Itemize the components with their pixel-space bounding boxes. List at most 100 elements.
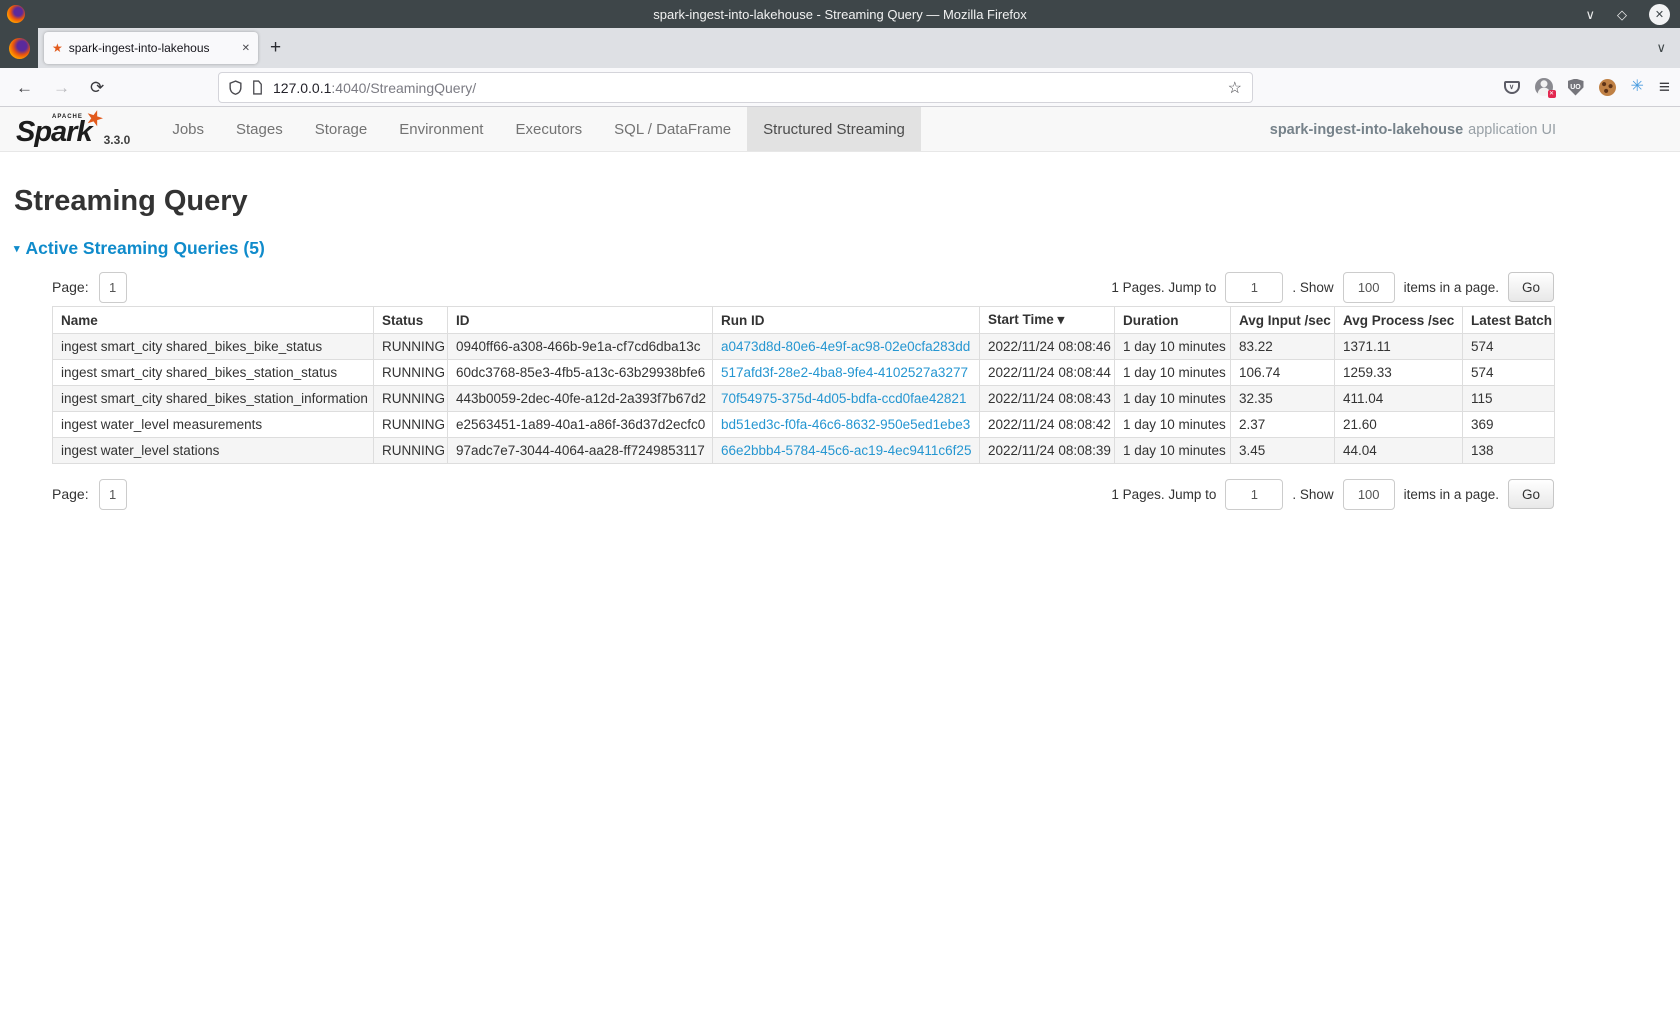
cell-avg-input: 106.74 <box>1231 360 1335 386</box>
toolbar-extensions: ∨ ✕ UO ✳ ≡ <box>1504 78 1671 97</box>
go-button[interactable]: Go <box>1508 479 1554 509</box>
cell-name: ingest water_level stations <box>53 438 374 464</box>
jump-to-input[interactable] <box>1225 272 1283 303</box>
cell-avg-process: 21.60 <box>1335 412 1463 438</box>
cell-avg-process: 1371.11 <box>1335 334 1463 360</box>
list-tabs-chevron-icon[interactable]: ∨ <box>1656 40 1666 56</box>
account-extension-button[interactable]: ✕ <box>1535 78 1553 96</box>
jump-to-input[interactable] <box>1225 479 1283 510</box>
cell-status: RUNNING <box>374 360 448 386</box>
cell-name: ingest smart_city shared_bikes_station_i… <box>53 386 374 412</box>
cell-avg-input: 32.35 <box>1231 386 1335 412</box>
maximize-button[interactable]: ◇ <box>1617 8 1627 21</box>
col-header-latest-batch[interactable]: Latest Batch <box>1463 307 1555 334</box>
items-label: items in a page. <box>1404 487 1499 502</box>
items-label: items in a page. <box>1404 280 1499 295</box>
cell-id: 0940ff66-a308-466b-9e1a-cf7cd6dba13c <box>448 334 713 360</box>
cookie-extension-icon[interactable] <box>1599 79 1616 96</box>
run-id-link[interactable]: 66e2bbb4-5784-45c6-ac19-4ec9411c6f25 <box>721 443 971 458</box>
run-id-link[interactable]: 70f54975-375d-4d05-bdfa-ccd0fae42821 <box>721 391 966 406</box>
page-number-input[interactable] <box>99 272 127 303</box>
extension-star-icon[interactable]: ✳ <box>1631 79 1644 95</box>
cell-run-id: bd51ed3c-f0fa-46c6-8632-950e5ed1ebe3 <box>713 412 980 438</box>
cell-id: 97adc7e7-3044-4064-aa28-ff7249853117 <box>448 438 713 464</box>
col-header-id[interactable]: ID <box>448 307 713 334</box>
nav-buttons: ← → ⟳ <box>16 79 104 96</box>
bookmark-star-button[interactable]: ☆ <box>1228 78 1242 98</box>
cell-id: 60dc3768-85e3-4fb5-a13c-63b29938bfe6 <box>448 360 713 386</box>
nav-tab-environment[interactable]: Environment <box>383 107 499 151</box>
run-id-link[interactable]: a0473d8d-80e6-4e9f-ac98-02e0cfa283dd <box>721 339 970 354</box>
spark-version: 3.3.0 <box>104 133 131 147</box>
page-title: Streaming Query <box>14 185 1680 218</box>
pocket-button[interactable]: ∨ <box>1504 81 1520 94</box>
error-badge-icon: ✕ <box>1548 90 1556 98</box>
run-id-link[interactable]: 517afd3f-28e2-4ba8-9fe4-4102527a3277 <box>721 365 968 380</box>
back-button[interactable]: ← <box>16 79 33 96</box>
show-count-input[interactable] <box>1343 479 1395 510</box>
show-count-input[interactable] <box>1343 272 1395 303</box>
pagination-bottom: Page: 1 Pages. Jump to . Show items in a… <box>52 477 1554 511</box>
spark-logo[interactable]: APACHE Spark ★ 3.3.0 <box>16 107 130 147</box>
tab-close-icon[interactable]: ✕ <box>242 43 250 54</box>
cell-start-time: 2022/11/24 08:08:44 <box>980 360 1115 386</box>
url-bar[interactable]: 127.0.0.1:4040/StreamingQuery/ ☆ <box>218 72 1253 103</box>
cell-run-id: a0473d8d-80e6-4e9f-ac98-02e0cfa283dd <box>713 334 980 360</box>
cell-run-id: 70f54975-375d-4d05-bdfa-ccd0fae42821 <box>713 386 980 412</box>
cell-duration: 1 day 10 minutes <box>1115 334 1231 360</box>
col-header-name[interactable]: Name <box>53 307 374 334</box>
ublock-origin-icon[interactable]: UO <box>1568 79 1584 96</box>
nav-tab-structured-streaming[interactable]: Structured Streaming <box>747 107 921 151</box>
pages-summary: 1 Pages. Jump to <box>1111 487 1216 502</box>
cell-status: RUNNING <box>374 412 448 438</box>
col-header-start-time[interactable]: Start Time ▾ <box>980 307 1115 334</box>
cell-avg-input: 3.45 <box>1231 438 1335 464</box>
cell-latest-batch: 574 <box>1463 360 1555 386</box>
table-header-row: Name Status ID Run ID Start Time ▾ Durat… <box>53 307 1555 334</box>
browser-tab[interactable]: ★ spark-ingest-into-lakehous ✕ <box>44 32 258 64</box>
menu-button[interactable]: ≡ <box>1659 78 1670 97</box>
cell-avg-input: 2.37 <box>1231 412 1335 438</box>
cell-status: RUNNING <box>374 386 448 412</box>
firefox-view-button[interactable] <box>0 28 38 68</box>
pagination-top: Page: 1 Pages. Jump to . Show items in a… <box>52 270 1554 304</box>
page-info-icon[interactable] <box>251 80 264 95</box>
go-button[interactable]: Go <box>1508 272 1554 302</box>
new-tab-button[interactable]: + <box>270 37 281 59</box>
run-id-link[interactable]: bd51ed3c-f0fa-46c6-8632-950e5ed1ebe3 <box>721 417 970 432</box>
forward-button: → <box>53 79 70 96</box>
tracking-shield-icon[interactable] <box>229 80 242 95</box>
nav-tab-stages[interactable]: Stages <box>220 107 299 151</box>
close-button[interactable]: ✕ <box>1649 4 1670 25</box>
nav-tab-sql-dataframe[interactable]: SQL / DataFrame <box>598 107 747 151</box>
col-header-avg-input[interactable]: Avg Input /sec <box>1231 307 1335 334</box>
cell-name: ingest smart_city shared_bikes_bike_stat… <box>53 334 374 360</box>
minimize-button[interactable]: ∨ <box>1585 8 1595 21</box>
spark-nav-tabs: Jobs Stages Storage Environment Executor… <box>156 107 921 151</box>
cell-avg-input: 83.22 <box>1231 334 1335 360</box>
nav-tab-jobs[interactable]: Jobs <box>156 107 220 151</box>
application-name-bold: spark-ingest-into-lakehouse <box>1270 122 1463 138</box>
cell-duration: 1 day 10 minutes <box>1115 360 1231 386</box>
cell-duration: 1 day 10 minutes <box>1115 386 1231 412</box>
reload-button[interactable]: ⟳ <box>90 79 104 96</box>
col-header-run-id[interactable]: Run ID <box>713 307 980 334</box>
streaming-queries-table: Name Status ID Run ID Start Time ▾ Durat… <box>52 306 1555 464</box>
nav-tab-executors[interactable]: Executors <box>499 107 598 151</box>
page-label: Page: <box>52 279 89 295</box>
streaming-table-body: ingest smart_city shared_bikes_bike_stat… <box>53 334 1555 464</box>
url-text[interactable]: 127.0.0.1:4040/StreamingQuery/ <box>273 80 1228 96</box>
page-number-input[interactable] <box>99 479 127 510</box>
active-queries-label: Active Streaming Queries (5) <box>26 238 265 259</box>
col-header-duration[interactable]: Duration <box>1115 307 1231 334</box>
col-header-status[interactable]: Status <box>374 307 448 334</box>
spark-favicon-icon: ★ <box>52 42 63 54</box>
firefox-logo-icon <box>7 5 25 23</box>
col-header-avg-process[interactable]: Avg Process /sec <box>1335 307 1463 334</box>
cell-duration: 1 day 10 minutes <box>1115 438 1231 464</box>
table-row: ingest smart_city shared_bikes_station_s… <box>53 360 1555 386</box>
window-titlebar: spark-ingest-into-lakehouse - Streaming … <box>0 0 1680 28</box>
table-row: ingest smart_city shared_bikes_bike_stat… <box>53 334 1555 360</box>
active-queries-toggle[interactable]: ▾ Active Streaming Queries (5) <box>14 238 1680 259</box>
nav-tab-storage[interactable]: Storage <box>299 107 384 151</box>
